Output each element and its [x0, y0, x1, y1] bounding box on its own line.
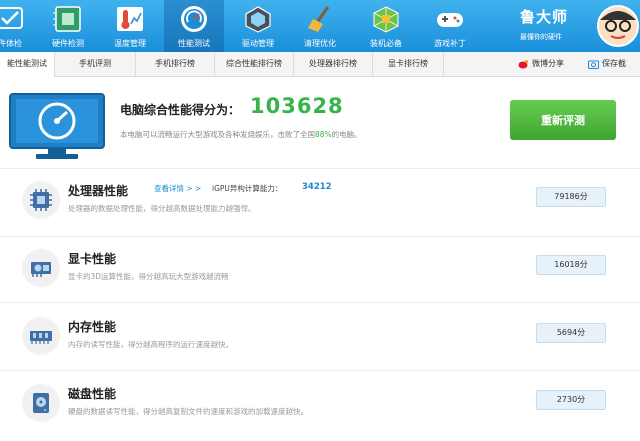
memory-title: 内存性能 [68, 320, 117, 334]
disk-icon-wrap [22, 384, 60, 422]
toolbar-item-label: 装机必备 [370, 39, 402, 48]
tab-bar: 能性能测试 手机评测 手机排行榜 综合性能排行榜 处理器排行榜 显卡排行榜 微博… [0, 52, 640, 77]
divider [0, 236, 640, 237]
cpu-section: 处理器性能 查看详情 > > iGPU异构计算能力： 34212 处理器的数据处… [0, 178, 640, 238]
toolbar-item-label: 温度管理 [114, 39, 146, 48]
weibo-share-label: 微博分享 [532, 59, 564, 68]
memory-section: 内存性能 内存的读写性能，得分越高程序的运行速度越快。 5694分 [0, 314, 640, 374]
divider [0, 302, 640, 303]
toolbar-item-hardware[interactable]: 硬件检测 [38, 0, 98, 52]
tab-performance-test[interactable]: 能性能测试 [0, 52, 55, 77]
brand-slogan: 最懂你的硬件 [520, 33, 562, 41]
gamepad-icon [437, 13, 463, 27]
memory-score-badge[interactable]: 5694分 [536, 323, 606, 343]
toolbar-item-performance[interactable]: 性能测试 [164, 0, 224, 52]
score-desc-prefix: 本电脑可以流畅运行大型游戏及各种发烧娱乐，击败了全国 [120, 130, 315, 139]
gpu-icon [31, 262, 51, 277]
tab-phone-ranking[interactable]: 手机排行榜 [136, 52, 215, 76]
divider [0, 168, 640, 169]
toolbar-item-label: 驱动管理 [242, 39, 274, 48]
toolbar-item-cleanup[interactable]: 清理优化 [290, 0, 350, 52]
gpu-description: 显卡的3D运算性能，得分越高玩大型游戏越流畅 [68, 272, 229, 281]
toolbar-item-label: 硬件检测 [52, 39, 84, 48]
mascot-avatar [597, 5, 639, 47]
gpu-title: 显卡性能 [68, 252, 117, 266]
memory-icon-wrap [22, 317, 60, 355]
box-icon [373, 6, 399, 33]
toolbar-item-driver[interactable]: 驱动管理 [228, 0, 288, 52]
memory-icon [30, 331, 52, 344]
save-screenshot-button[interactable]: 保存截 [588, 52, 626, 76]
speedometer-icon [181, 6, 207, 32]
checkup-icon [0, 7, 23, 29]
thermometer-icon [117, 7, 143, 31]
score-desc-percent: 88% [315, 130, 332, 139]
disk-section: 磁盘性能 硬盘的数据读写性能，得分越高复制文件的速度和游戏的加载速度越快。 27… [0, 381, 640, 441]
save-screenshot-label: 保存截 [602, 59, 626, 68]
igpu-label: iGPU异构计算能力： [212, 184, 283, 193]
gpu-icon-wrap [22, 249, 60, 287]
toolbar-item-label: 游戏补丁 [434, 39, 466, 48]
toolbar-item-game-patch[interactable]: 游戏补丁 [420, 0, 480, 52]
cpu-icon [30, 189, 52, 211]
divider [0, 370, 640, 371]
toolbar-item-essentials[interactable]: 装机必备 [356, 0, 416, 52]
cpu-title: 处理器性能 [68, 184, 129, 198]
hardware-icon [53, 6, 81, 32]
disk-description: 硬盘的数据读写性能，得分越高复制文件的速度和游戏的加载速度越快。 [68, 407, 308, 416]
tab-cpu-ranking[interactable]: 处理器排行榜 [294, 52, 373, 76]
toolbar-item-checkup[interactable]: 件体检 [0, 0, 40, 52]
toolbar-item-label: 件体检 [0, 39, 22, 48]
score-title: 电脑综合性能得分为： [120, 103, 241, 117]
toolbar-item-label: 清理优化 [304, 39, 336, 48]
retest-button[interactable]: 重新评测 [510, 100, 616, 140]
disk-title: 磁盘性能 [68, 387, 117, 401]
weibo-share-button[interactable]: 微博分享 [518, 52, 564, 76]
score-description: 本电脑可以流畅运行大型游戏及各种发烧娱乐，击败了全国88%的电脑。 [120, 129, 362, 140]
cpu-description: 处理器的数据处理性能，得分越高数据处理能力越强悍。 [68, 204, 256, 213]
brand-name: 鲁大师 [520, 8, 569, 26]
camera-icon [588, 60, 599, 69]
cpu-icon-wrap [22, 181, 60, 219]
memory-description: 内存的读写性能，得分越高程序的运行速度越快。 [68, 340, 233, 349]
tab-phone-review[interactable]: 手机评测 [55, 52, 136, 76]
cpu-score-badge[interactable]: 79186分 [536, 187, 606, 207]
brand: 鲁大师 最懂你的硬件 [520, 6, 590, 42]
weibo-icon [518, 59, 528, 68]
disk-score-badge[interactable]: 2730分 [536, 390, 606, 410]
score-value: 103628 [250, 94, 344, 118]
tab-gpu-ranking[interactable]: 显卡排行榜 [373, 52, 444, 76]
toolbar-item-label: 性能测试 [178, 39, 210, 48]
gpu-section: 显卡性能 显卡的3D运算性能，得分越高玩大型游戏越流畅 16018分 [0, 246, 640, 306]
driver-icon [245, 6, 271, 33]
igpu-value: 34212 [302, 182, 332, 192]
monitor-speedometer-icon [9, 93, 105, 159]
broom-icon [308, 6, 330, 32]
gpu-score-badge[interactable]: 16018分 [536, 255, 606, 275]
cpu-details-link[interactable]: 查看详情 > > [154, 183, 201, 194]
top-toolbar: 件体检 硬件检测 温度管理 性能测试 驱动管理 清理优化 装机必备 游戏补丁 鲁… [0, 0, 640, 52]
disk-icon [33, 393, 49, 413]
score-desc-suffix: 的电脑。 [331, 130, 362, 139]
toolbar-item-temperature[interactable]: 温度管理 [100, 0, 160, 52]
tab-overall-ranking[interactable]: 综合性能排行榜 [215, 52, 294, 76]
